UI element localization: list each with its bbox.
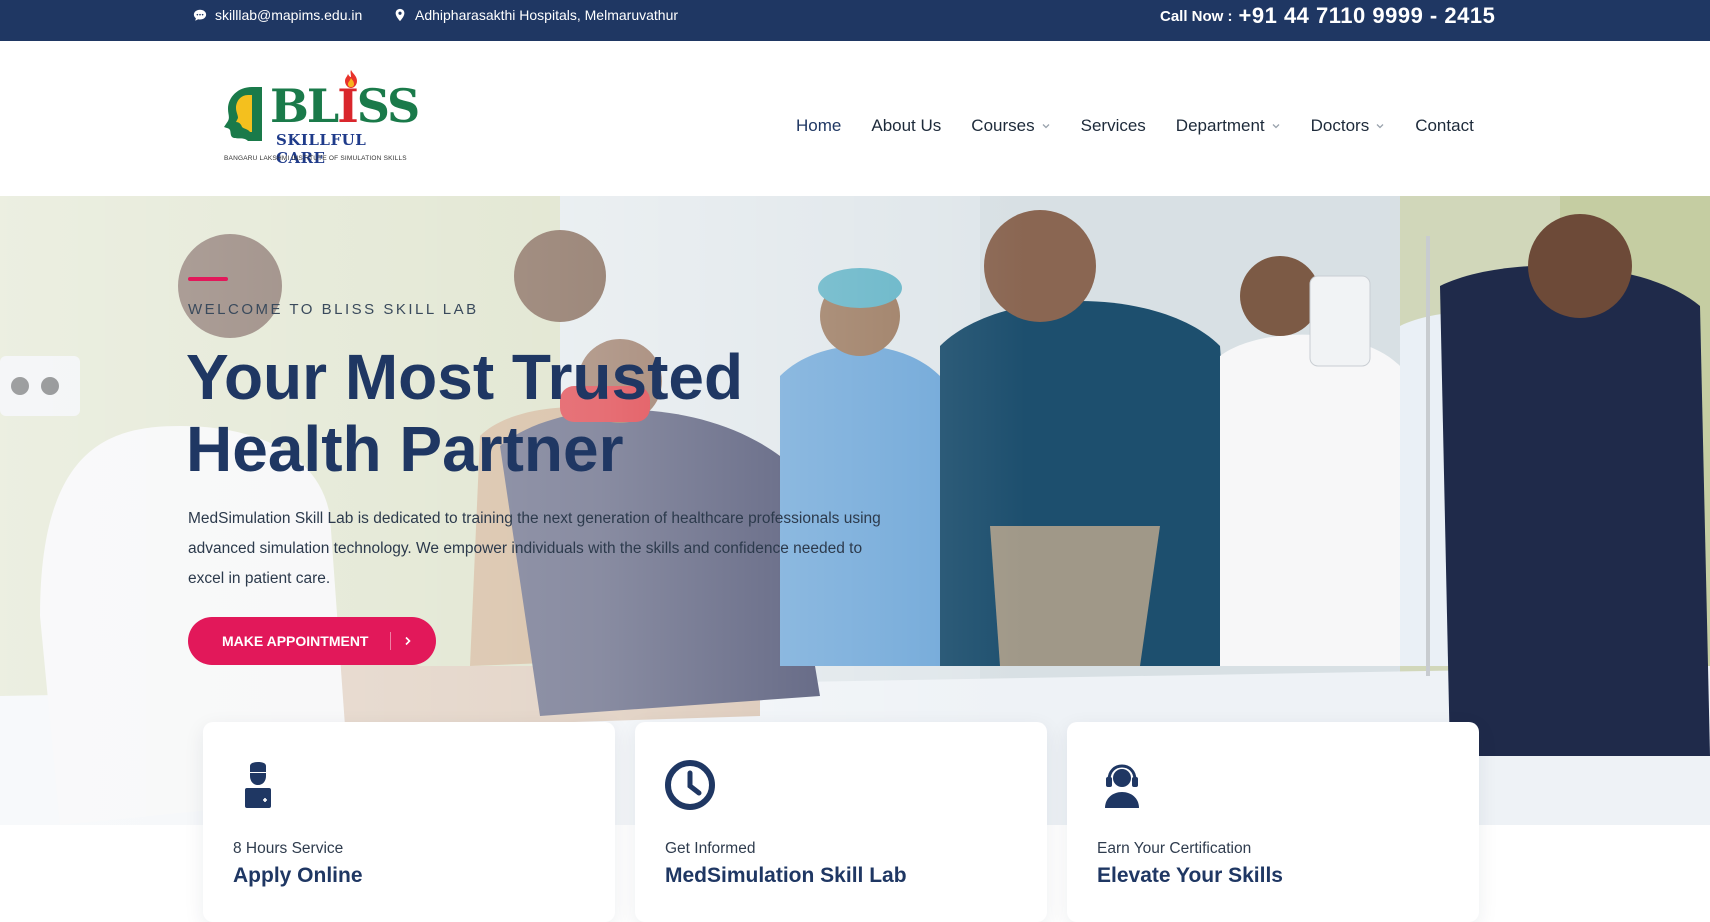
nav-item-label[interactable]: About Us [871,116,941,136]
logo-tagline: BANGARU LAKSHMI INSTITUTE OF SIMULATION … [224,155,407,162]
topbar-email[interactable]: skilllab@mapims.edu.in [193,0,362,30]
chat-bubble-icon [193,9,207,21]
nav-item-about[interactable]: About Us [871,116,941,136]
feature-card-medsimulation[interactable]: Get Informed MedSimulation Skill Lab [635,722,1047,922]
top-contact-bar: skilllab@mapims.edu.in Adhipharasakthi H… [0,0,1710,41]
chevron-right-icon [405,636,412,646]
button-divider [390,632,392,650]
logo-wordmark: BLISS [270,83,420,129]
doctor-icon [245,762,271,808]
card-title[interactable]: Elevate Your Skills [1097,864,1283,888]
hero-eyebrow: WELCOME TO BLISS SKILL LAB [188,301,479,318]
hero-title-line-1: Your Most Trusted [186,341,744,413]
nav-item-contact[interactable]: Contact [1415,116,1474,136]
nav-item-label[interactable]: Courses [971,116,1034,136]
nav-item-services[interactable]: Services [1081,116,1146,136]
topbar-address-text: Adhipharasakthi Hospitals, Melmaruvathur [415,7,679,23]
nav-item-label[interactable]: Services [1081,116,1146,136]
call-now-label: Call Now : [1160,7,1233,25]
chevron-down-icon [1272,124,1280,129]
hero-title-line-2: Health Partner [186,413,624,485]
hero-title: Your Most Trusted Health Partner [186,341,906,485]
chevron-down-icon [1376,124,1384,129]
chevron-down-icon [1042,124,1050,129]
topbar-call[interactable]: Call Now : +91 44 7110 9999 - 2415 [1160,0,1495,32]
call-now-number[interactable]: +91 44 7110 9999 - 2415 [1239,3,1496,29]
make-appointment-label[interactable]: MAKE APPOINTMENT [222,633,368,649]
nav-item-home[interactable]: Home [796,116,841,136]
main-navigation: Home About Us Courses Services Departmen… [796,109,1474,143]
make-appointment-button[interactable]: MAKE APPOINTMENT [188,617,436,665]
card-title[interactable]: MedSimulation Skill Lab [665,864,907,888]
nav-item-label[interactable]: Contact [1415,116,1474,136]
topbar-address: Adhipharasakthi Hospitals, Melmaruvathur [393,0,678,30]
feature-cards: 8 Hours Service Apply Online Get Informe… [203,722,1503,922]
card-subtitle: Get Informed [665,840,756,857]
feature-card-elevate-skills[interactable]: Earn Your Certification Elevate Your Ski… [1067,722,1479,922]
nav-item-label[interactable]: Home [796,116,841,136]
card-subtitle: Earn Your Certification [1097,840,1252,857]
feature-card-apply-online[interactable]: 8 Hours Service Apply Online [203,722,615,922]
head-profile-logo-mark [224,87,262,141]
logo-word-i: I [337,79,358,133]
logo-word-suffix: SS [356,79,420,133]
nav-item-label[interactable]: Department [1176,116,1265,136]
site-logo[interactable]: BLISS SKILLFUL CARE BANGARU LAKSHMI INST… [218,70,420,171]
clock-icon [665,760,715,810]
site-header: BLISS SKILLFUL CARE BANGARU LAKSHMI INST… [0,41,1710,196]
card-title[interactable]: Apply Online [233,864,363,888]
card-subtitle: 8 Hours Service [233,840,344,857]
hero-accent-line [188,277,228,281]
topbar-email-text[interactable]: skilllab@mapims.edu.in [215,7,362,23]
hero-description: MedSimulation Skill Lab is dedicated to … [188,510,881,587]
support-agent-icon [1105,764,1139,808]
nav-item-label[interactable]: Doctors [1311,116,1370,136]
nav-item-courses[interactable]: Courses [971,116,1050,136]
nav-item-doctors[interactable]: Doctors [1311,116,1386,136]
map-pin-icon [395,8,405,22]
nav-item-department[interactable]: Department [1176,116,1281,136]
logo-word-prefix: BL [270,79,339,133]
